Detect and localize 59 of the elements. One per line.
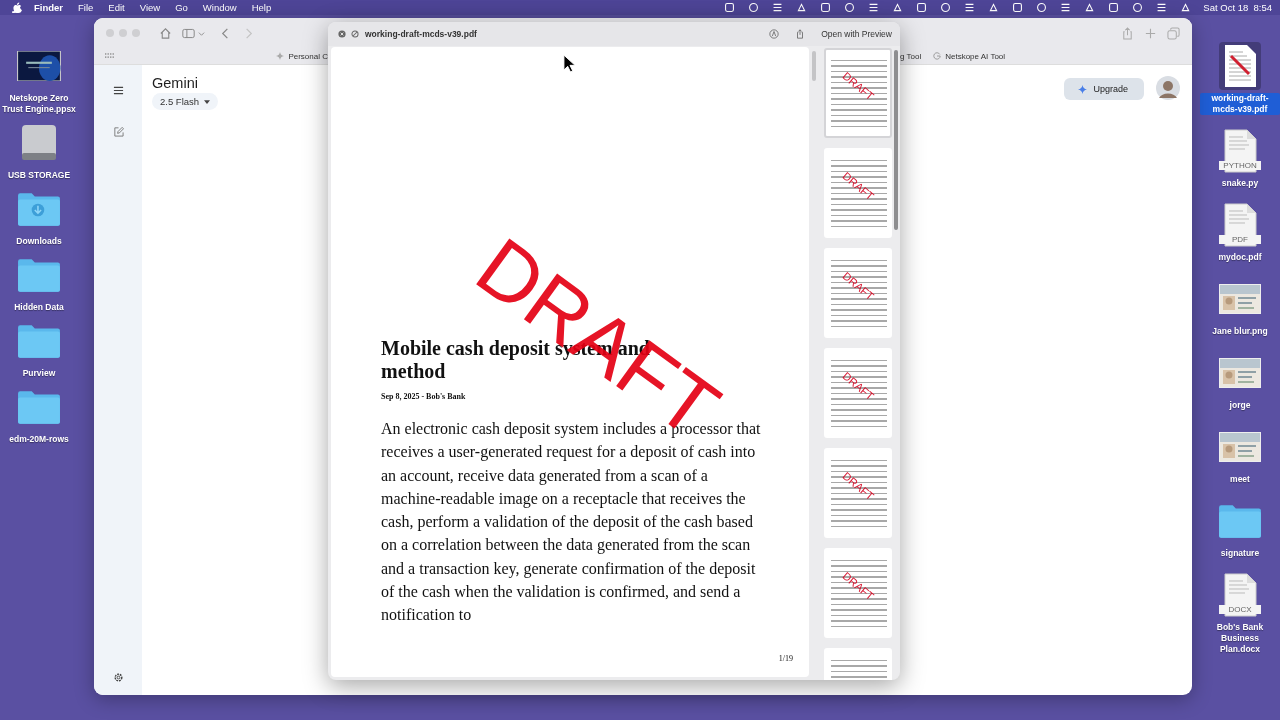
file-name[interactable]: signature xyxy=(1218,548,1262,559)
file-name[interactable]: meet xyxy=(1228,474,1252,485)
drive-icon[interactable] xyxy=(19,123,59,163)
sparkle-icon xyxy=(276,52,285,60)
avatar[interactable] xyxy=(1156,76,1180,100)
menu-icon[interactable] xyxy=(112,85,124,96)
file-name[interactable]: Downloads xyxy=(14,236,64,247)
menu-item[interactable]: View xyxy=(139,2,161,13)
edit-icon[interactable] xyxy=(112,126,124,137)
menu-item[interactable]: Go xyxy=(175,2,188,13)
file-name[interactable]: mydoc.pdf xyxy=(1216,252,1264,263)
file-name[interactable]: Jane blur.png xyxy=(1210,326,1270,337)
app-menu[interactable]: Finder xyxy=(34,2,64,13)
file-name[interactable]: Netskope Zero Trust Engine.ppsx xyxy=(0,93,78,115)
file-name[interactable]: snake.py xyxy=(1219,178,1261,189)
file-name[interactable]: USB STORAGE xyxy=(5,170,73,181)
folder-icon[interactable] xyxy=(1218,503,1262,539)
page-number: 1/19 xyxy=(778,654,793,663)
close-icon[interactable] xyxy=(338,30,346,38)
document-thumbnail-icon[interactable] xyxy=(1223,44,1257,88)
g-icon xyxy=(933,52,942,60)
file-name[interactable]: jorge xyxy=(1227,400,1253,411)
blocked-icon[interactable] xyxy=(351,30,359,38)
folder-icon[interactable] xyxy=(17,323,61,359)
menu-clock[interactable]: Sat Oct 18 8:54 xyxy=(1203,2,1272,13)
bookmark[interactable]: Netskope AI Tool xyxy=(933,51,1006,61)
file-name[interactable]: edm-20M-rows xyxy=(7,434,71,445)
menu-item[interactable]: Window xyxy=(202,2,237,13)
home-icon[interactable] xyxy=(159,26,172,40)
downloads-folder-icon[interactable] xyxy=(17,191,61,227)
folder-icon[interactable] xyxy=(17,389,61,425)
scrollbar-thumb[interactable] xyxy=(894,50,899,230)
file-name[interactable]: working-draft-mcds-v39.pdf xyxy=(1200,93,1280,115)
app-title: Gemini xyxy=(152,75,198,91)
document-date: Sep 8, 2025 - Bob's Bank xyxy=(381,392,467,401)
file-name[interactable]: Bob's Bank Business Plan.docx xyxy=(1200,622,1280,655)
file-title: working-draft-mcds-v39.pdf xyxy=(365,29,477,39)
scrollbar-thumb[interactable] xyxy=(811,51,816,81)
menu-item[interactable]: File xyxy=(78,2,94,13)
model-selector[interactable]: 2.5 Flash xyxy=(152,93,219,110)
settings-icon[interactable] xyxy=(112,672,124,683)
upgrade-button[interactable]: Upgrade xyxy=(1064,78,1144,100)
folder-icon[interactable] xyxy=(17,257,61,293)
sidebar-icon[interactable] xyxy=(182,26,195,40)
cursor-icon xyxy=(563,54,576,73)
apps-grid-icon[interactable] xyxy=(105,53,114,59)
sparkle-icon xyxy=(1078,84,1088,94)
open-with-preview-button[interactable]: Open with Preview xyxy=(821,29,892,39)
share-icon[interactable] xyxy=(795,29,806,39)
bookmark[interactable]: Personal C xyxy=(276,51,328,61)
apple-icon[interactable] xyxy=(12,2,22,13)
slide-thumbnail-icon[interactable] xyxy=(17,51,61,81)
menu-item[interactable]: Edit xyxy=(108,2,125,13)
file-name[interactable]: Purview xyxy=(20,368,58,379)
bookmark[interactable]: g Tool xyxy=(900,51,922,61)
caret-icon xyxy=(204,99,211,104)
markup-icon[interactable] xyxy=(769,29,780,39)
file-name[interactable]: Hidden Data xyxy=(12,302,66,313)
menu-item[interactable]: Help xyxy=(251,2,272,13)
